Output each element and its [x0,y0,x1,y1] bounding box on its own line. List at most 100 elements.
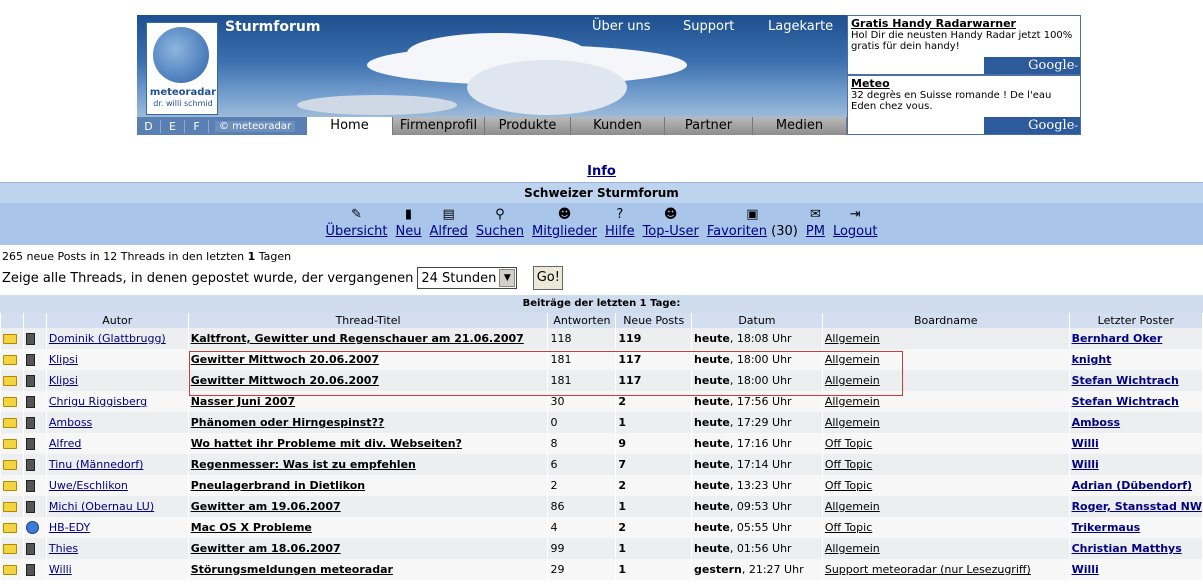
thread-link[interactable]: Pneulagerbrand in Dietlikon [191,479,365,492]
board-link[interactable]: Off Topic [825,479,872,492]
author-link[interactable]: Willi [49,563,72,576]
info-link[interactable]: Info [587,164,616,179]
nav-link[interactable]: PM [806,224,825,239]
members-icon[interactable]: ☻ [557,207,573,224]
board-link[interactable]: Allgemein [825,395,880,408]
last-poster-link[interactable]: Amboss [1072,416,1121,429]
save-icon[interactable]: ▣ [744,207,760,224]
author-link[interactable]: Amboss [49,416,92,429]
board-link[interactable]: Allgemein [825,542,880,555]
tab-home[interactable]: Home [307,117,393,135]
go-button[interactable]: Go! [533,266,564,290]
top-users-icon[interactable]: ☻ [663,207,679,224]
nav-link[interactable]: Alfred [429,224,467,239]
author-link[interactable]: HB-EDY [49,521,90,534]
tab-medien[interactable]: Medien [753,117,847,135]
profile-icon[interactable]: ▤ [441,207,457,224]
nav-item-top-user[interactable]: ☻ Top-User [643,203,699,245]
thread-link[interactable]: Gewitter am 19.06.2007 [191,500,341,513]
thread-link[interactable]: Phänomen oder Hirngespinst?? [191,416,385,429]
nav-item-pm[interactable]: ✉ PM [806,203,825,245]
mail-icon[interactable]: ✉ [807,207,823,224]
logout-icon[interactable]: ⇥ [847,207,863,224]
nav-link[interactable]: Favoriten [707,224,767,239]
author-link[interactable]: Thies [49,542,78,555]
last-poster-link[interactable]: Bernhard Oker [1072,332,1163,345]
tab-firmenprofil[interactable]: Firmenprofil [393,117,485,135]
thread-link[interactable]: Gewitter Mittwoch 20.06.2007 [191,374,379,387]
thread-link[interactable]: Gewitter Mittwoch 20.06.2007 [191,353,379,366]
author-link[interactable]: Uwe/Eschlikon [49,479,128,492]
board-link[interactable]: Allgemein [825,353,880,366]
thread-link[interactable]: Wo hattet ihr Probleme mit div. Webseite… [191,437,462,450]
nav-item-favoriten[interactable]: ▣ Favoriten (30) [707,203,798,245]
nav-link[interactable]: Suchen [476,224,524,239]
nav-link[interactable]: Hilfe [605,224,635,239]
board-link[interactable]: Support meteoradar (nur Lesezugriff) [825,563,1031,576]
thread-link[interactable]: Mac OS X Probleme [191,521,312,534]
last-poster-link[interactable]: Trikermaus [1072,521,1141,534]
top-link-support[interactable]: Support [683,19,734,34]
tab-kunden[interactable]: Kunden [571,117,665,135]
nav-link[interactable]: Logout [833,224,878,239]
board-link[interactable]: Off Topic [825,521,872,534]
ad-radarwarner[interactable]: Gratis Handy Radarwarner Hol Dir die neu… [847,15,1081,89]
google-ads-badge[interactable]: Google-Anzeigen [984,117,1080,149]
help-icon[interactable]: ? [612,207,628,224]
board-link[interactable]: Allgemein [825,332,880,345]
nav-item-alfred[interactable]: ▤ Alfred [429,203,467,245]
thread-link[interactable]: Kaltfront, Gewitter und Regenschauer am … [191,332,524,345]
last-poster-link[interactable]: Stefan Wichtrach [1072,395,1179,408]
author-link[interactable]: Chrigu Riggisberg [49,395,147,408]
author-link[interactable]: Alfred [49,437,81,450]
lang-de[interactable]: D [137,119,161,133]
thread-link[interactable]: Störungsmeldungen meteoradar [191,563,393,576]
thread-link[interactable]: Nasser Juni 2007 [191,395,295,408]
edit-icon[interactable]: ✎ [349,207,365,224]
nav-link[interactable]: Top-User [643,224,699,239]
timespan-select[interactable]: 24 Stunden ▼ [417,267,518,289]
author-link[interactable]: Dominik (Glattbrugg) [49,332,166,345]
thread-link[interactable]: Regenmesser: Was ist zu empfehlen [191,458,416,471]
last-poster-link[interactable]: Stefan Wichtrach [1072,374,1179,387]
nav-item-neu[interactable]: ▮ Neu [396,203,422,245]
nav-item-hilfe[interactable]: ? Hilfe [605,203,635,245]
thread-link[interactable]: Gewitter am 18.06.2007 [191,542,341,555]
board-link[interactable]: Allgemein [825,416,880,429]
book-icon[interactable]: ▮ [401,207,417,224]
last-poster-link[interactable]: Willi [1072,437,1099,450]
lang-fr[interactable]: F [185,119,209,133]
search-icon[interactable]: ⚲ [492,207,508,224]
board-link[interactable]: Allgemein [825,374,880,387]
last-poster-link[interactable]: knight [1072,353,1112,366]
ad-meteo[interactable]: Meteo 32 degrès en Suisse romande ! De l… [847,75,1081,149]
last-poster-link[interactable]: Willi [1072,563,1099,576]
last-poster-link[interactable]: Adrian (Dübendorf) [1072,479,1193,492]
chevron-down-icon[interactable]: ▼ [499,269,516,287]
nav-item-mitglieder[interactable]: ☻ Mitglieder [532,203,597,245]
last-poster-link[interactable]: Roger, Stansstad NW [1072,500,1202,513]
google-ads-badge[interactable]: Google-Anzeigen [984,57,1080,89]
author-link[interactable]: Tinu (Männedorf) [49,458,144,471]
nav-item--bersicht[interactable]: ✎ Übersicht [326,203,388,245]
board-link[interactable]: Off Topic [825,437,872,450]
lang-en[interactable]: E [161,119,185,133]
nav-link[interactable]: Neu [396,224,422,239]
author-link[interactable]: Michi (Obernau LU) [49,500,154,513]
ad-title[interactable]: Gratis Handy Radarwarner [851,17,1077,30]
author-link[interactable]: Klipsi [49,374,78,387]
board-link[interactable]: Off Topic [825,458,872,471]
board-link[interactable]: Allgemein [825,500,880,513]
last-poster-link[interactable]: Willi [1072,458,1099,471]
nav-link[interactable]: Mitglieder [532,224,597,239]
last-poster-link[interactable]: Christian Matthys [1072,542,1182,555]
nav-link[interactable]: Übersicht [326,224,388,239]
top-link-map[interactable]: Lagekarte [768,19,833,34]
nav-item-logout[interactable]: ⇥ Logout [833,203,878,245]
tab-produkte[interactable]: Produkte [485,117,571,135]
tab-partner[interactable]: Partner [665,117,753,135]
author-link[interactable]: Klipsi [49,353,78,366]
ad-title[interactable]: Meteo [851,77,1077,90]
nav-item-suchen[interactable]: ⚲ Suchen [476,203,524,245]
meteoradar-logo[interactable]: meteoradar dr. willi schmid [146,22,218,115]
